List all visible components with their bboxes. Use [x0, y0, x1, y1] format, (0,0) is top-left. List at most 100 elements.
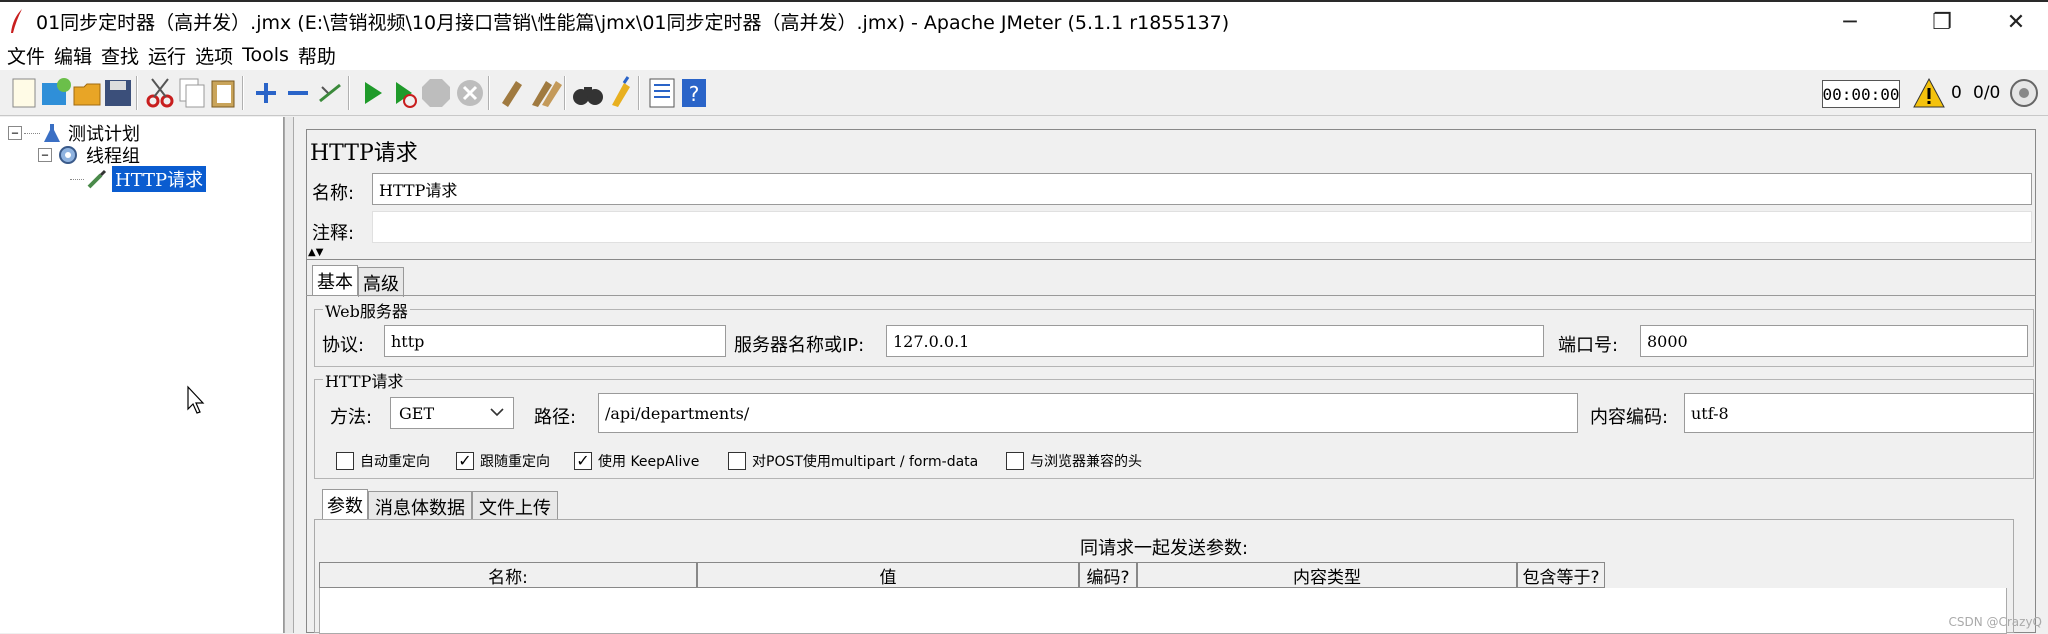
svg-text:?: ? — [689, 82, 700, 106]
checkbox-label: 与浏览器兼容的头 — [1030, 451, 1142, 471]
protocol-label: 协议: — [322, 331, 364, 357]
column-header-name[interactable]: 名称: — [319, 562, 697, 588]
maximize-button[interactable]: ❐ — [1910, 4, 1974, 40]
warning-count: 0 — [1951, 83, 1962, 103]
path-label: 路径: — [534, 403, 576, 429]
collapse-toggle[interactable]: − — [8, 126, 22, 140]
tab-parameters[interactable]: 参数 — [322, 489, 368, 519]
checkbox-box[interactable]: ✓ — [574, 452, 592, 470]
watermark: CSDN @CrazyQ — [1948, 615, 2042, 629]
clear-all-icon[interactable] — [528, 75, 564, 111]
window-title: 01同步定时器（高并发）.jmx (E:\营销视频\10月接口营销\性能篇\jm… — [36, 8, 1229, 35]
http-request-panel: HTTP请求 名称: HTTP请求 注释: ▲▼ 基本 高级 Web服务器 协议… — [294, 117, 2048, 633]
tab-basic[interactable]: 基本 — [312, 265, 358, 295]
jmeter-feather-icon — [6, 7, 28, 35]
sampler-pipette-icon — [86, 168, 108, 190]
tree-label-selected: HTTP请求 — [112, 166, 206, 192]
name-field[interactable]: HTTP请求 — [372, 173, 2032, 205]
port-field[interactable]: 8000 — [1640, 325, 2028, 357]
thread-group-gear-icon — [54, 144, 82, 166]
follow-redirects-checkbox[interactable]: ✓ 跟随重定向 — [456, 451, 550, 471]
column-header-encode[interactable]: 编码? — [1079, 562, 1137, 588]
pane-splitter[interactable] — [284, 117, 294, 633]
method-label: 方法: — [330, 403, 372, 429]
checkbox-box[interactable] — [1006, 452, 1024, 470]
save-icon[interactable] — [100, 75, 136, 111]
menu-options[interactable]: 选项 — [192, 42, 239, 69]
menu-search[interactable]: 查找 — [98, 42, 145, 69]
toolbar: ? 00:00:00 0 0/0 — [0, 70, 2048, 116]
column-header-content-type[interactable]: 内容类型 — [1137, 562, 1517, 588]
toggle-icon[interactable] — [312, 75, 348, 111]
server-label: 服务器名称或IP: — [734, 331, 864, 357]
menu-run[interactable]: 运行 — [145, 42, 192, 69]
collapse-toggle[interactable]: − — [38, 148, 52, 162]
menu-tools[interactable]: Tools — [239, 44, 295, 66]
reset-search-icon[interactable] — [602, 75, 638, 111]
splitter-arrows[interactable]: ▲▼ — [308, 247, 323, 258]
comment-field[interactable] — [372, 211, 2032, 243]
collapse-all-icon[interactable] — [280, 75, 316, 111]
help-icon[interactable]: ? — [676, 75, 712, 111]
web-server-group-title: Web服务器 — [323, 298, 410, 322]
mouse-cursor-icon — [186, 385, 206, 415]
name-label: 名称: — [312, 179, 354, 205]
cut-icon[interactable] — [142, 75, 178, 111]
http-request-group-title: HTTP请求 — [323, 368, 405, 392]
templates-icon[interactable] — [38, 75, 74, 111]
parameters-table-body[interactable] — [319, 588, 2007, 634]
tree-item-http-request[interactable]: HTTP请求 — [70, 167, 206, 191]
column-header-value[interactable]: 值 — [697, 562, 1079, 588]
browser-compatible-headers-checkbox[interactable]: 与浏览器兼容的头 — [1006, 451, 1142, 471]
checkbox-label: 对POST使用multipart / form-data — [752, 451, 978, 471]
start-icon[interactable] — [354, 75, 390, 111]
tree-label: 线程组 — [86, 142, 140, 168]
clear-icon[interactable] — [494, 75, 530, 111]
menu-edit[interactable]: 编辑 — [51, 42, 98, 69]
parameters-table-header: 名称: 值 编码? 内容类型 包含等于? — [319, 562, 1605, 588]
warning-icon[interactable] — [1912, 77, 1946, 109]
panel-title: HTTP请求 — [310, 135, 418, 167]
comment-label: 注释: — [312, 219, 354, 245]
keepalive-checkbox[interactable]: ✓ 使用 KeepAlive — [574, 451, 699, 471]
checkbox-label: 跟随重定向 — [480, 451, 550, 471]
method-dropdown[interactable]: GET — [390, 397, 514, 429]
multipart-checkbox[interactable]: 对POST使用multipart / form-data — [728, 451, 978, 471]
path-field[interactable]: /api/departments/ — [598, 393, 1578, 433]
encoding-label: 内容编码: — [1590, 403, 1668, 429]
checkbox-label: 使用 KeepAlive — [598, 451, 699, 471]
elapsed-timer: 00:00:00 — [1822, 80, 1900, 108]
tab-files-upload[interactable]: 文件上传 — [472, 491, 558, 521]
checkbox-box[interactable] — [728, 452, 746, 470]
column-header-include-equals[interactable]: 包含等于? — [1517, 562, 1605, 588]
test-plan-icon — [42, 122, 62, 144]
test-plan-tree: − 测试计划 − 线程组 HTTP请求 — [0, 117, 284, 633]
close-button[interactable]: ✕ — [1984, 4, 2048, 40]
expand-all-icon[interactable] — [248, 75, 284, 111]
checkbox-box[interactable] — [336, 452, 354, 470]
minimize-button[interactable]: ─ — [1818, 4, 1882, 40]
menu-help[interactable]: 帮助 — [295, 42, 342, 69]
new-icon[interactable] — [6, 75, 42, 111]
start-no-pauses-icon[interactable] — [386, 75, 422, 111]
tree-item-thread-group[interactable]: − 线程组 — [38, 143, 140, 167]
port-label: 端口号: — [1558, 331, 1618, 357]
protocol-field[interactable]: http — [384, 325, 726, 357]
encoding-field[interactable]: utf-8 — [1684, 393, 2034, 433]
remote-status-icon — [2008, 77, 2040, 109]
auto-redirect-checkbox[interactable]: 自动重定向 — [336, 451, 430, 471]
parameters-caption: 同请求一起发送参数: — [315, 534, 2013, 560]
tab-advanced[interactable]: 高级 — [358, 267, 404, 297]
thread-count: 0/0 — [1973, 83, 2000, 103]
copy-icon[interactable] — [174, 75, 210, 111]
checkbox-box[interactable]: ✓ — [456, 452, 474, 470]
parameters-panel: 同请求一起发送参数: 名称: 值 编码? 内容类型 包含等于? — [314, 519, 2014, 633]
paste-icon[interactable] — [206, 75, 242, 111]
search-binoculars-icon[interactable] — [570, 75, 606, 111]
function-helper-icon[interactable] — [644, 75, 680, 111]
shutdown-icon[interactable] — [452, 75, 488, 111]
tab-body-data[interactable]: 消息体数据 — [368, 491, 472, 521]
menu-file[interactable]: 文件 — [4, 42, 51, 69]
stop-icon[interactable] — [418, 75, 454, 111]
server-field[interactable]: 127.0.0.1 — [886, 325, 1544, 357]
